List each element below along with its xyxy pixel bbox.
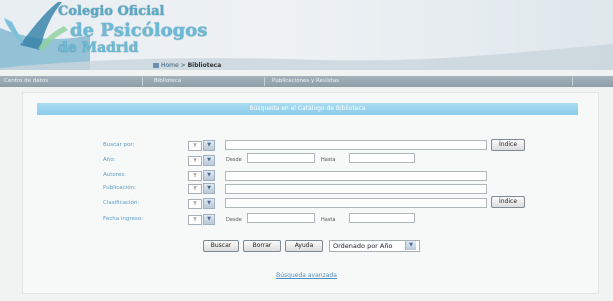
fecha-desde-input[interactable]	[247, 213, 315, 223]
anio-hasta-label: Hasta	[321, 157, 336, 163]
home-icon	[153, 63, 159, 68]
top-nav-bar: Centro de datos Biblioteca Publicaciones…	[0, 76, 613, 87]
dropdown-arrow-icon[interactable]: ▼	[203, 214, 215, 225]
label-autores: Autores:	[103, 172, 127, 178]
nav-item-publicaciones[interactable]: Publicaciones y Revistas	[268, 77, 573, 86]
label-anio: Año:	[103, 157, 116, 163]
dropdown-arrow-icon[interactable]: ▼	[203, 198, 215, 209]
search-form-banner: Búsqueda en el Catálogo de Biblioteca	[37, 103, 578, 115]
logo-text-line3: de Madrid	[58, 40, 139, 56]
clasificacion-input[interactable]	[225, 198, 487, 208]
fecha-desde-label: Desde	[226, 217, 242, 223]
buscar-button[interactable]: Buscar	[203, 240, 239, 252]
label-buscar-por: Buscar por:	[103, 142, 135, 148]
label-clasificacion: Clasificación:	[103, 200, 140, 206]
page: Colegio Oficial de Psicólogos de Madrid …	[0, 0, 613, 301]
anio-desde-label: Desde	[226, 157, 242, 163]
breadcrumb-current: Biblioteca	[187, 62, 222, 69]
borrar-button[interactable]: Borrar	[243, 240, 281, 252]
indice-button-clasificacion[interactable]: Índice	[491, 196, 525, 208]
logo-text-line2: de Psicólogos	[70, 20, 208, 41]
indice-button-buscar[interactable]: Índice	[491, 139, 525, 151]
anio-hasta-input[interactable]	[349, 153, 415, 163]
ayuda-button[interactable]: Ayuda	[285, 240, 323, 252]
dropdown-arrow-icon[interactable]: ▼	[203, 155, 215, 166]
anio-desde-input[interactable]	[247, 153, 315, 163]
breadcrumb-separator: >	[178, 62, 188, 69]
fecha-hasta-label: Hasta	[321, 217, 336, 223]
search-form-title: Búsqueda en el Catálogo de Biblioteca	[249, 105, 366, 112]
dropdown-arrow-icon[interactable]: ▼	[405, 241, 416, 250]
nav-item-biblioteca[interactable]: Biblioteca	[150, 77, 265, 86]
logo-text-line1: Colegio Oficial	[58, 4, 165, 19]
breadcrumb-home-link[interactable]: Home	[161, 62, 179, 69]
dropdown-arrow-icon[interactable]: ▼	[203, 170, 215, 181]
advanced-search-link[interactable]: Búsqueda avanzada	[0, 272, 613, 279]
dropdown-arrow-icon[interactable]: ▼	[203, 140, 215, 151]
operator-select-buscar[interactable]: Y	[188, 141, 202, 151]
operator-select-anio[interactable]: Y	[188, 156, 202, 166]
operator-select-autores[interactable]: Y	[188, 171, 202, 181]
operator-select-clasificacion[interactable]: Y	[188, 199, 202, 209]
fecha-hasta-input[interactable]	[349, 213, 415, 223]
breadcrumb: Home > Biblioteca	[153, 62, 221, 69]
autores-input[interactable]	[225, 171, 487, 181]
operator-select-fecha[interactable]: Y	[188, 215, 202, 225]
nav-item-centro-datos[interactable]: Centro de datos	[0, 77, 143, 86]
dropdown-arrow-icon[interactable]: ▼	[203, 183, 215, 194]
buscar-por-input[interactable]	[225, 140, 487, 150]
site-header: Colegio Oficial de Psicólogos de Madrid …	[0, 0, 613, 70]
label-fecha-ingreso: Fecha ingreso:	[103, 216, 143, 222]
operator-select-publicacion[interactable]: Y	[188, 184, 202, 194]
publicacion-input[interactable]	[225, 184, 487, 194]
label-publicacion: Publicación:	[103, 185, 136, 191]
